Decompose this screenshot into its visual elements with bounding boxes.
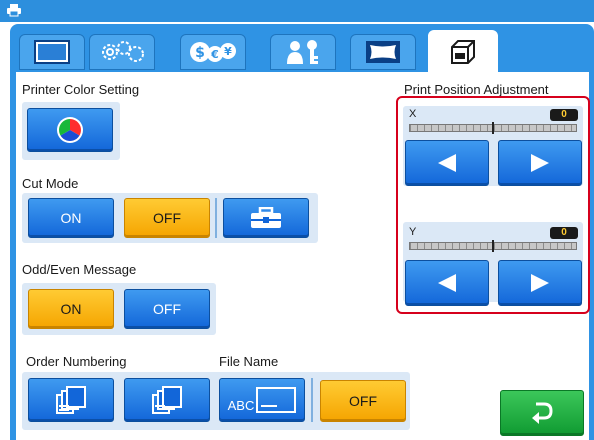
- file-name-label: File Name: [219, 354, 279, 369]
- text-field-icon: [256, 387, 297, 413]
- arrow-right-icon: [531, 154, 549, 172]
- y-axis-label: Y: [409, 226, 417, 238]
- stacked-pages-icon: [152, 386, 182, 414]
- x-decrease-button[interactable]: [405, 140, 489, 186]
- odd-even-on-button[interactable]: ON: [28, 289, 114, 329]
- tab-layout[interactable]: [350, 34, 416, 70]
- tab-settings[interactable]: [89, 34, 155, 70]
- arrow-left-icon: [438, 154, 456, 172]
- gears-icon: [102, 41, 144, 62]
- file-name-button[interactable]: ABC: [219, 378, 305, 422]
- tab-pricing[interactable]: $ € ¥: [180, 34, 246, 70]
- print-position-title: Print Position Adjustment: [404, 82, 549, 97]
- tab-security[interactable]: [270, 34, 336, 70]
- cut-mode-off-button[interactable]: OFF: [124, 198, 210, 238]
- y-value-badge: 0: [550, 227, 578, 239]
- return-arrow-icon: [532, 402, 553, 424]
- svg-text:$: $: [195, 45, 205, 61]
- frame-icon: [366, 41, 400, 63]
- y-slider-thumb[interactable]: [492, 240, 494, 252]
- stacked-pages-icon: [56, 386, 86, 414]
- printer-icon: [7, 4, 21, 17]
- x-increase-button[interactable]: [498, 140, 582, 186]
- arrow-right-icon: [531, 274, 549, 292]
- odd-even-label: Odd/Even Message: [22, 262, 137, 277]
- divider: [311, 378, 313, 422]
- svg-text:€: €: [210, 48, 219, 61]
- printer-color-button[interactable]: [27, 108, 113, 152]
- arrow-left-icon: [438, 274, 456, 292]
- abc-label: ABC: [227, 397, 255, 413]
- odd-even-off-button[interactable]: OFF: [124, 289, 210, 329]
- y-decrease-button[interactable]: [405, 260, 489, 306]
- back-button[interactable]: [500, 390, 584, 436]
- order-numbering-button-2[interactable]: [124, 378, 210, 422]
- tab-display[interactable]: [19, 34, 85, 70]
- cut-tool-button[interactable]: [223, 198, 309, 238]
- color-wheel-icon: [57, 117, 83, 143]
- user-key-icon: [287, 40, 318, 64]
- x-slider-thumb[interactable]: [492, 122, 494, 134]
- printer-color-label: Printer Color Setting: [22, 82, 140, 97]
- svg-text:¥: ¥: [224, 45, 232, 58]
- screen-icon: [34, 40, 70, 64]
- cut-mode-label: Cut Mode: [22, 176, 79, 191]
- x-axis-label: X: [409, 108, 417, 120]
- toolbox-icon: [251, 207, 281, 228]
- currency-icon: $ € ¥: [190, 42, 236, 62]
- y-increase-button[interactable]: [498, 260, 582, 306]
- divider: [215, 198, 217, 238]
- top-bar: [0, 0, 594, 22]
- cut-mode-on-button[interactable]: ON: [28, 198, 114, 238]
- file-name-off-button[interactable]: OFF: [320, 380, 406, 422]
- x-value-badge: 0: [550, 109, 578, 121]
- y-slider-track[interactable]: [409, 240, 577, 252]
- tab-printer[interactable]: [428, 30, 498, 74]
- cut-paper-icon: [451, 40, 475, 64]
- x-slider-track[interactable]: [409, 122, 577, 134]
- order-numbering-label: Order Numbering: [26, 354, 127, 369]
- order-numbering-button-1[interactable]: [28, 378, 114, 422]
